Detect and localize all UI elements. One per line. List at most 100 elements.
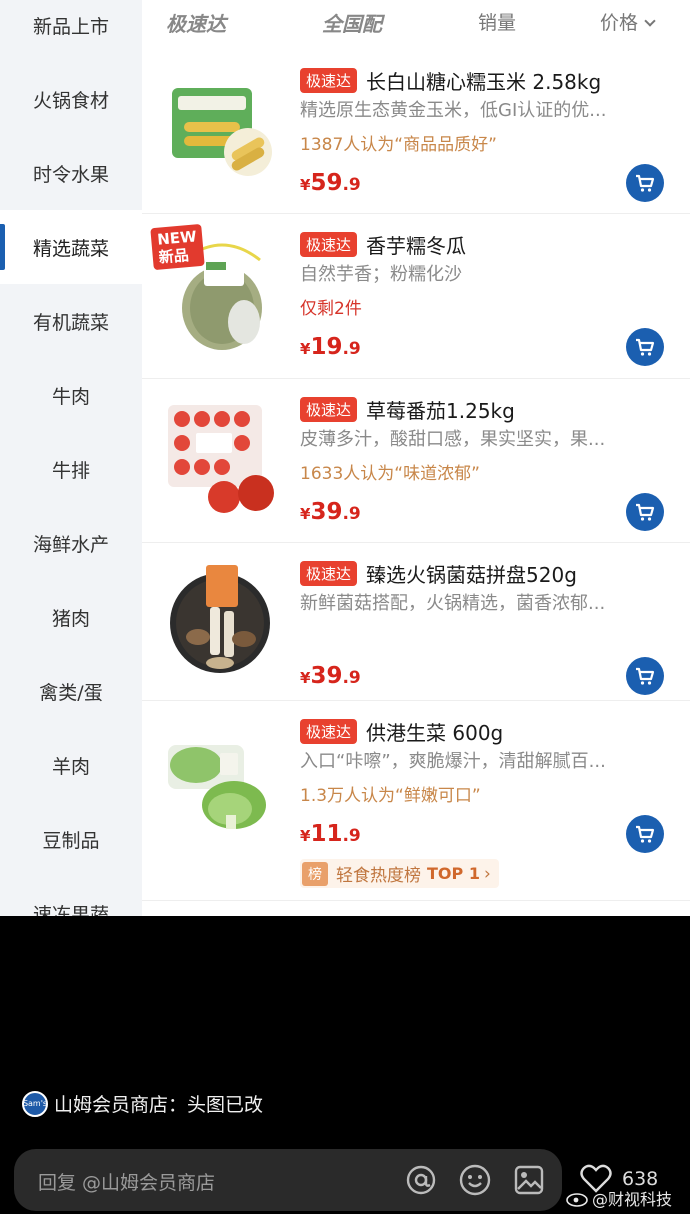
product-desc: 入口“咔嚓”，爽脆爆汁，清甜解腻百... [300, 751, 606, 772]
express-tag: 极速达 [300, 232, 358, 257]
product-title: 供港生菜 600g [366, 721, 504, 745]
sidebar-item-tofu[interactable]: 豆制品 [0, 802, 142, 876]
ranking-top: TOP 1 [427, 864, 480, 883]
add-to-cart-button[interactable] [626, 657, 664, 695]
sidebar-item-lamb[interactable]: 羊肉 [0, 728, 142, 802]
cart-icon [636, 174, 655, 192]
tab-express[interactable]: 极速达 [166, 8, 226, 37]
express-tag: 极速达 [300, 68, 358, 93]
product-desc: 皮薄多汁，酸甜口感，果实坚实，果... [300, 429, 606, 450]
sidebar-item-vegetables[interactable]: 精选蔬菜 [0, 210, 142, 284]
comment-author[interactable]: 山姆会员商店 [54, 1090, 168, 1117]
category-sidebar: 新品上市 火锅食材 时令水果 精选蔬菜 有机蔬菜 牛肉 牛排 海鲜水产 猪肉 禽… [0, 0, 142, 916]
product-desc: 新鲜菌菇搭配，火锅精选，菌香浓郁... [300, 593, 606, 614]
add-to-cart-button[interactable] [626, 493, 664, 531]
smile-icon[interactable] [458, 1163, 492, 1197]
add-to-cart-button[interactable] [626, 164, 664, 202]
tab-sales[interactable]: 销量 [478, 8, 516, 35]
tab-nationwide[interactable]: 全国配 [322, 8, 382, 37]
tab-price-label: 价格 [600, 12, 639, 34]
at-icon[interactable] [404, 1163, 438, 1197]
watermark-text: @财视科技 [592, 1190, 673, 1209]
product-title-row: 极速达 草莓番茄1.25kg [300, 395, 515, 424]
product-desc: 精选原生态黄金玉米，低GI认证的优... [300, 100, 607, 121]
price-currency: ¥ [300, 176, 311, 194]
price-currency: ¥ [300, 505, 311, 523]
express-tag: 极速达 [300, 561, 358, 586]
product-card[interactable]: 极速达 供港生菜 600g 入口“咔嚓”，爽脆爆汁，清甜解腻百... 1.3万人… [142, 701, 690, 901]
add-to-cart-button[interactable] [626, 815, 664, 853]
social-proof: 1387人认为“商品品质好” [300, 135, 497, 155]
sidebar-item-seafood[interactable]: 海鲜水产 [0, 506, 142, 580]
reply-placeholder: 回复 @山姆会员商店 [38, 1172, 216, 1194]
product-image-tomato [168, 405, 274, 513]
price-decimal: .9 [342, 175, 361, 195]
product-card[interactable]: NEW 新品 极速达 香芋糯冬瓜 自然芋香；粉糯化沙 仅剩2件 ¥19.9 [142, 214, 690, 379]
product-desc: 自然芋香；粉糯化沙 [300, 264, 462, 285]
sidebar-item-poultry[interactable]: 禽类/蛋 [0, 654, 142, 728]
price-currency: ¥ [300, 827, 311, 845]
product-title: 臻选火锅菌菇拼盘520g [366, 563, 577, 587]
product-title-row: 极速达 香芋糯冬瓜 [300, 230, 466, 259]
cart-icon [636, 825, 655, 843]
product-price: ¥39.9 [300, 663, 361, 689]
chevron-right-icon: › [483, 863, 491, 884]
comment-separator: ： [168, 1094, 188, 1116]
price-integer: 39 [310, 663, 343, 689]
comment-text: 头图已改 [187, 1094, 264, 1116]
avatar[interactable]: Sam's [22, 1090, 48, 1117]
price-integer: 59 [310, 170, 343, 196]
reply-input[interactable]: 回复 @山姆会员商店 [14, 1149, 562, 1211]
chevron-down-icon [644, 15, 656, 27]
price-integer: 39 [310, 499, 343, 525]
cart-icon [636, 338, 655, 356]
social-proof: 1633人认为“味道浓郁” [300, 464, 480, 484]
express-tag: 极速达 [300, 397, 358, 422]
express-tag: 极速达 [300, 719, 358, 744]
product-price: ¥39.9 [300, 499, 361, 525]
product-title-row: 极速达 臻选火锅菌菇拼盘520g [300, 559, 577, 588]
price-currency: ¥ [300, 340, 311, 358]
sidebar-item-new[interactable]: 新品上市 [0, 0, 142, 62]
product-image-mushroom [170, 565, 270, 673]
product-image-lettuce [168, 745, 266, 829]
add-to-cart-button[interactable] [626, 328, 664, 366]
sort-bar: 极速达 全国配 销量 价格 [142, 0, 690, 44]
watermark: @财视科技 [566, 1186, 672, 1210]
product-card[interactable]: 极速达 长白山糖心糯玉米 2.58kg 精选原生态黄金玉米，低GI认证的优...… [142, 50, 690, 214]
product-price: ¥19.9 [300, 334, 361, 360]
product-image-corn [172, 88, 272, 176]
ranking-badge[interactable]: 榜 轻食热度榜 TOP 1 › [300, 859, 499, 888]
new-product-badge: NEW 新品 [150, 223, 206, 271]
product-title-row: 极速达 长白山糖心糯玉米 2.58kg [300, 66, 601, 95]
product-title: 长白山糖心糯玉米 2.58kg [366, 70, 602, 94]
product-card[interactable]: 极速达 臻选火锅菌菇拼盘520g 新鲜菌菇搭配，火锅精选，菌香浓郁... ¥39… [142, 543, 690, 701]
product-title: 香芋糯冬瓜 [366, 234, 467, 258]
product-price: ¥11.9 [300, 821, 361, 847]
stock-warning: 仅剩2件 [300, 299, 362, 319]
sidebar-item-steak[interactable]: 牛排 [0, 432, 142, 506]
comment-line: Sam's 山姆会员商店：头图已改 [22, 1090, 263, 1117]
ranking-label: 轻食热度榜 [336, 866, 421, 886]
app-screen: 新品上市 火锅食材 时令水果 精选蔬菜 有机蔬菜 牛肉 牛排 海鲜水产 猪肉 禽… [0, 0, 690, 916]
sidebar-item-frozen[interactable]: 速冻果蔬 [0, 876, 142, 917]
sidebar-item-fruit[interactable]: 时令水果 [0, 136, 142, 210]
price-currency: ¥ [300, 669, 311, 687]
cart-icon [636, 503, 655, 521]
price-integer: 19 [310, 334, 343, 360]
image-icon[interactable] [512, 1163, 546, 1197]
sidebar-item-pork[interactable]: 猪肉 [0, 580, 142, 654]
product-price: ¥59.9 [300, 170, 361, 196]
cart-icon [636, 667, 655, 685]
sidebar-item-beef[interactable]: 牛肉 [0, 358, 142, 432]
weibo-icon [566, 1193, 588, 1207]
price-decimal: .9 [342, 668, 361, 688]
sidebar-item-hotpot[interactable]: 火锅食材 [0, 62, 142, 136]
price-decimal: .9 [342, 504, 361, 524]
product-card[interactable]: 极速达 草莓番茄1.25kg 皮薄多汁，酸甜口感，果实坚实，果... 1633人… [142, 379, 690, 543]
price-decimal: .9 [342, 826, 361, 846]
sidebar-item-organic[interactable]: 有机蔬菜 [0, 284, 142, 358]
product-title-row: 极速达 供港生菜 600g [300, 717, 503, 746]
tab-price[interactable]: 价格 [600, 8, 656, 35]
ranking-icon: 榜 [302, 861, 328, 886]
